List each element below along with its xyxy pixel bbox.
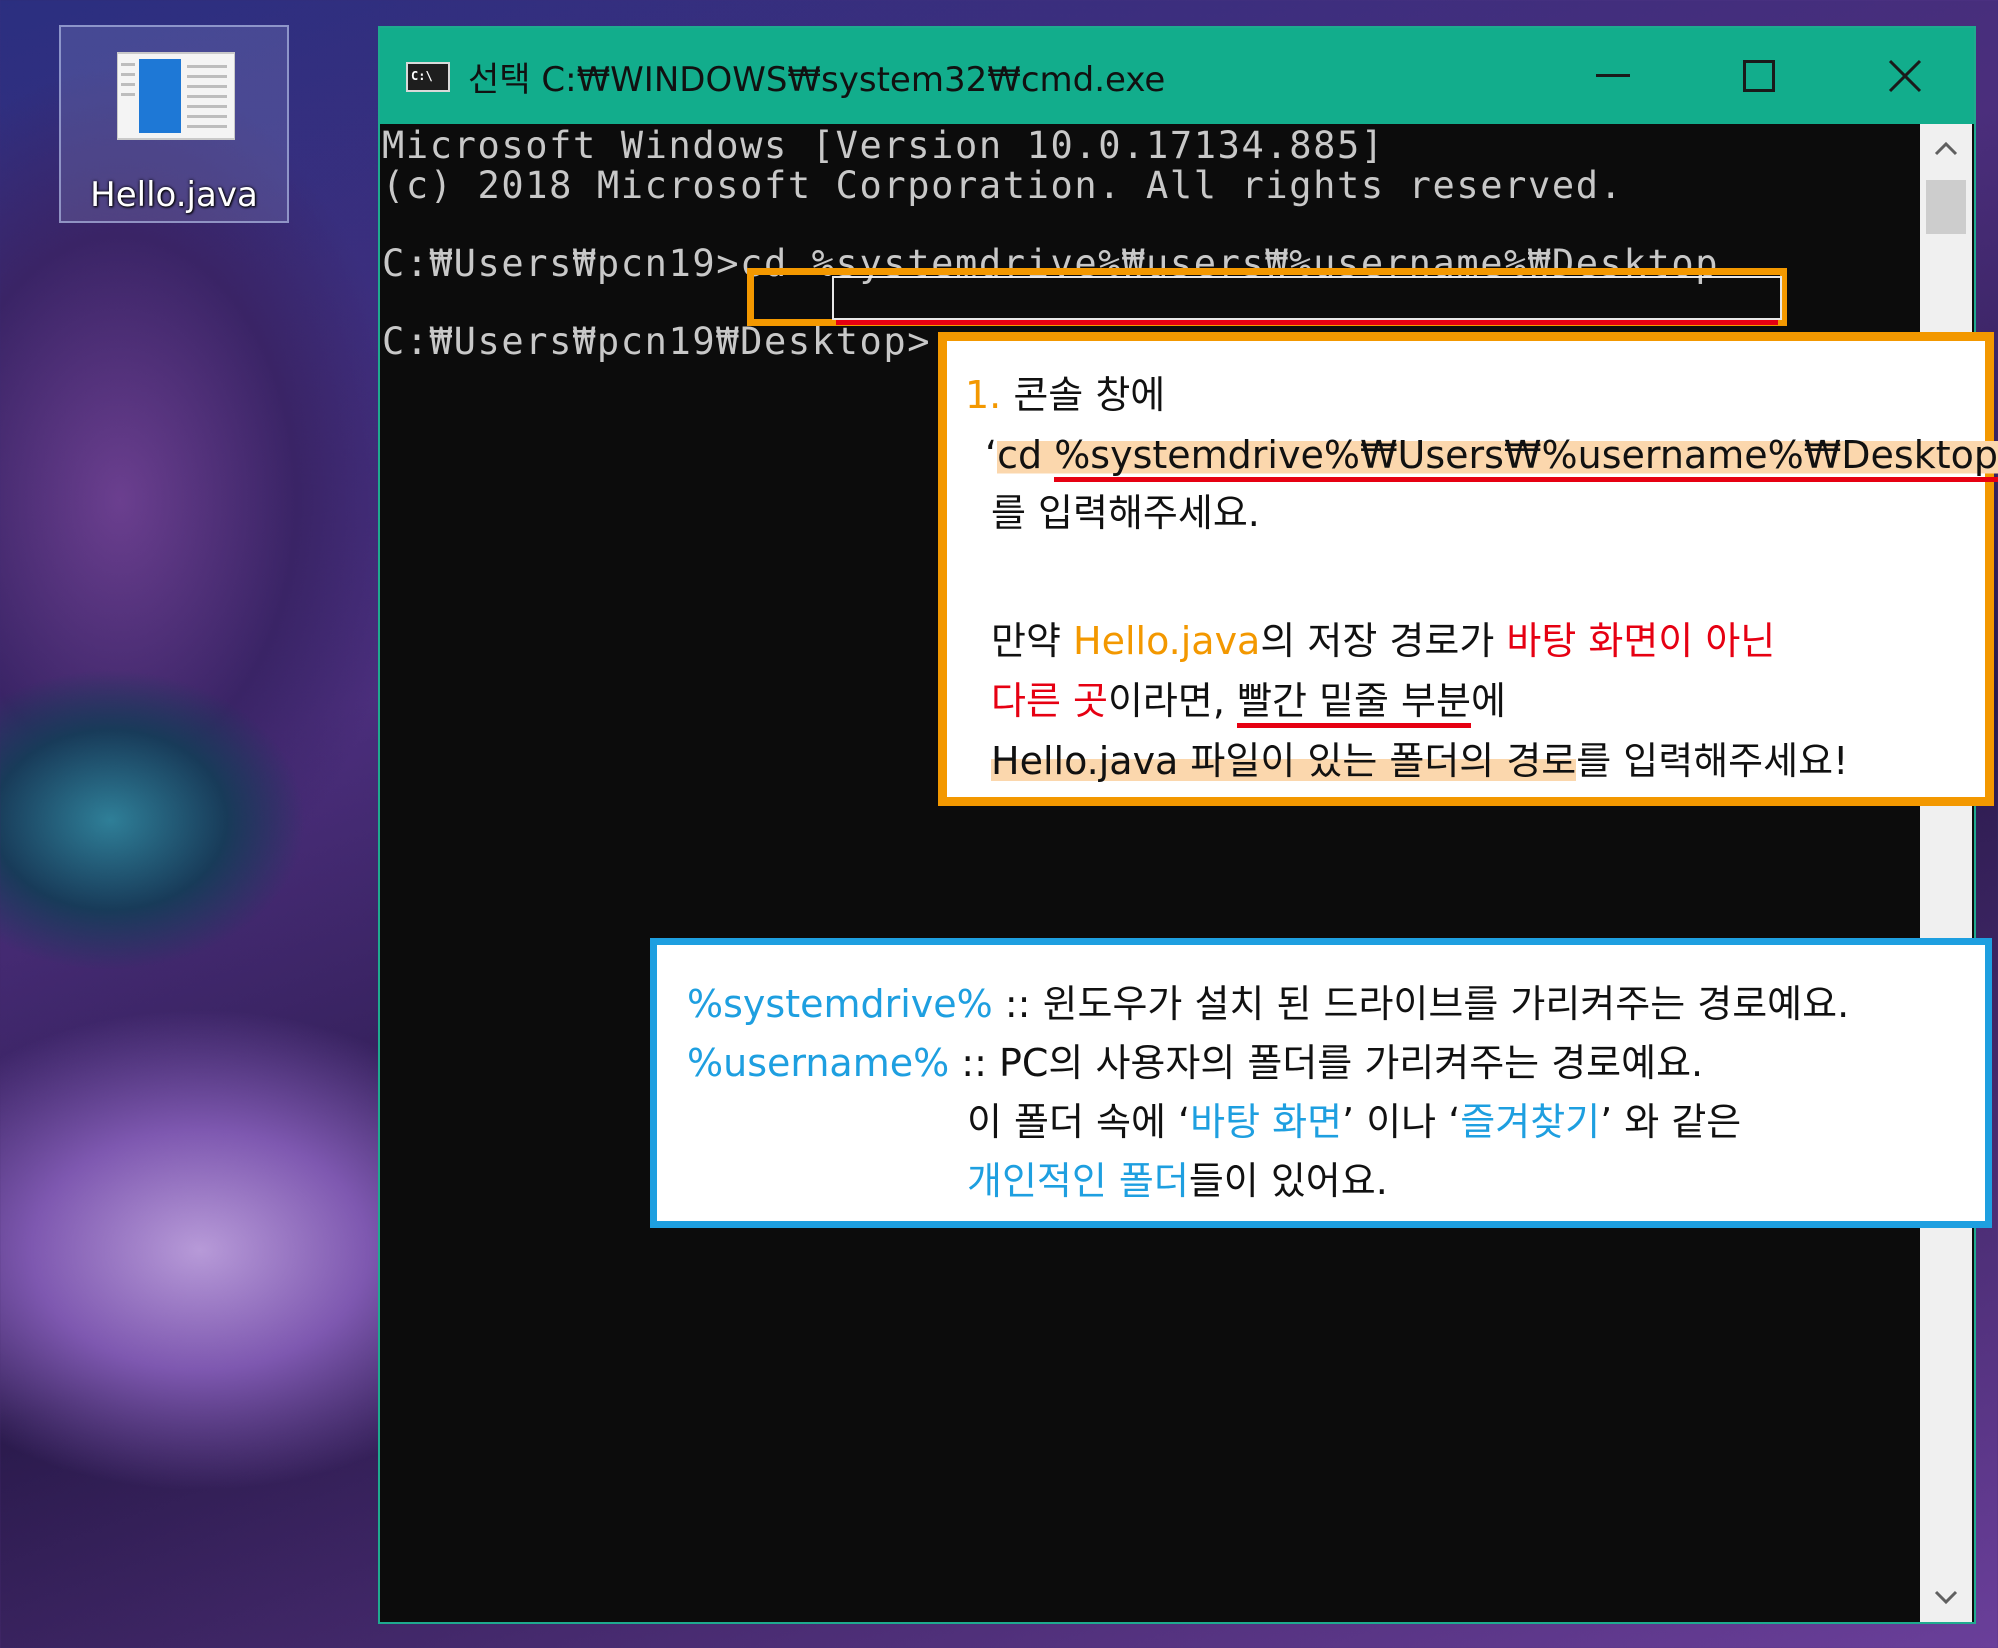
callout1-command-line: ‘cd %systemdrive%₩Users₩%username%₩Deskt…: [985, 425, 1998, 485]
variable-explanation-callout: %systemdrive% :: 윈도우가 설치 된 드라이브를 가리켜주는 경…: [650, 938, 1992, 1228]
callout2-line2: %username% :: PC의 사용자의 폴더를 가리켜주는 경로예요.: [687, 1041, 1704, 1085]
scroll-thumb[interactable]: [1926, 180, 1966, 234]
console-line-copyright: (c) 2018 Microsoft Corporation. All righ…: [382, 164, 1624, 207]
title-bar[interactable]: C:\ 선택 C:₩WINDOWS₩system32₩cmd.exe: [380, 28, 1974, 124]
chevron-down-icon: [1934, 1590, 1958, 1605]
minimize-icon: [1596, 74, 1630, 77]
console-line-version: Microsoft Windows [Version 10.0.17134.88…: [382, 124, 1385, 167]
callout1-line1: 1. 콘솔 창에: [965, 373, 1166, 417]
cmd-app-icon: C:\: [406, 62, 450, 92]
cmd-window: C:\ 선택 C:₩WINDOWS₩system32₩cmd.exe Micro…: [378, 26, 1976, 1624]
maximize-icon: [1743, 60, 1775, 92]
console-line-prompt: C:₩Users₩pcn19₩Desktop>: [382, 320, 932, 363]
java-file-icon: [117, 52, 235, 140]
callout1-line3: 를 입력해주세요.: [991, 491, 1260, 535]
instruction-callout: 1. 콘솔 창에 ‘cd %systemdrive%₩Users₩%userna…: [938, 332, 1998, 806]
chevron-up-icon: [1934, 141, 1958, 156]
callout1-line5: 다른 곳이라면, 빨간 밑줄 부분에: [991, 671, 1506, 731]
window-title: 선택 C:₩WINDOWS₩system32₩cmd.exe: [468, 60, 1166, 100]
highlighted-command: cd %systemdrive%₩Users₩%username%₩Deskto…: [997, 433, 1998, 482]
callout2-line1: %systemdrive% :: 윈도우가 설치 된 드라이브를 가리켜주는 경…: [687, 982, 1850, 1026]
callout2-line3: 이 폴더 속에 ‘바탕 화면’ 이나 ‘즐겨찾기’ 와 같은: [967, 1100, 1742, 1144]
callout1-line6: Hello.java 파일이 있는 폴더의 경로를 입력해주세요!: [991, 739, 1849, 783]
callout2-line4: 개인적인 폴더들이 있어요.: [967, 1159, 1388, 1203]
text-selection-box: [832, 276, 1782, 320]
minimize-button[interactable]: [1540, 28, 1686, 124]
close-button[interactable]: [1832, 28, 1978, 124]
scroll-down-button[interactable]: [1920, 1570, 1972, 1622]
desktop-icon-hello-java[interactable]: Hello.java: [59, 25, 289, 223]
prompt-1: C:₩Users₩pcn19>: [382, 242, 741, 285]
maximize-button[interactable]: [1686, 28, 1832, 124]
desktop-icon-label: Hello.java: [90, 175, 258, 215]
path-red-underline: [836, 320, 1778, 325]
close-icon: [1888, 59, 1922, 93]
step-number: 1.: [965, 373, 1002, 417]
scroll-up-button[interactable]: [1920, 124, 1972, 176]
callout1-line4: 만약 Hello.java의 저장 경로가 바탕 화면이 아닌: [991, 619, 1776, 663]
command-path-underlined: %systemdrive%₩Users₩%username%₩Desktop: [1054, 433, 1998, 482]
